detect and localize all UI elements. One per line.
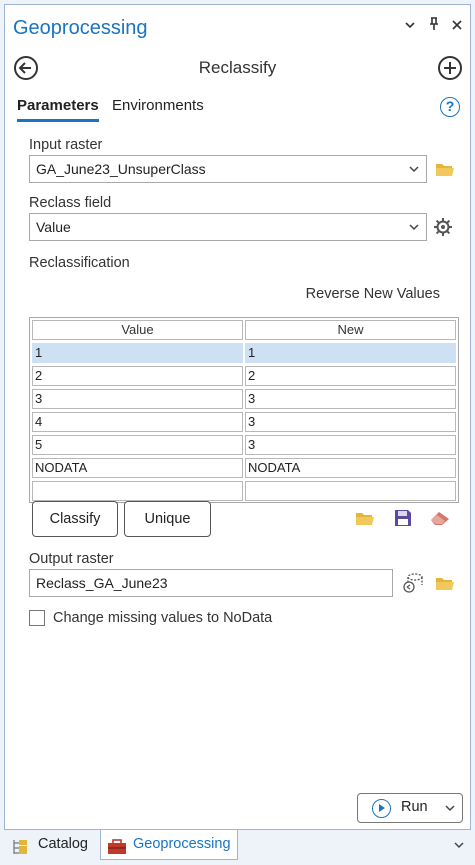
chevron-down-icon[interactable] — [453, 838, 465, 856]
eraser-icon[interactable] — [429, 509, 451, 527]
chevron-down-icon[interactable] — [444, 801, 456, 820]
tab-parameters[interactable]: Parameters — [17, 97, 99, 122]
chevron-down-icon[interactable] — [401, 17, 419, 35]
table-cell-new[interactable]: NODATA — [245, 458, 456, 478]
input-raster-label: Input raster — [29, 137, 103, 153]
table-cell-value[interactable]: 5 — [32, 435, 243, 455]
reclass-field-label: Reclass field — [29, 195, 112, 211]
reclass-field-value: Value — [36, 219, 71, 235]
chevron-down-icon — [408, 156, 420, 191]
tab-catalog[interactable]: Catalog — [8, 830, 100, 860]
reclass-field-combo[interactable]: Value — [29, 213, 427, 241]
run-label: Run — [401, 799, 428, 815]
table-cell-new[interactable] — [245, 481, 456, 501]
tab-environments[interactable]: Environments — [112, 97, 204, 119]
reverse-new-values-link[interactable]: Reverse New Values — [306, 286, 440, 302]
plus-circle-icon[interactable] — [438, 56, 462, 80]
pin-icon[interactable] — [425, 17, 443, 35]
close-icon[interactable] — [448, 17, 466, 35]
gear-icon[interactable] — [433, 217, 453, 237]
table-cell-value[interactable]: 1 — [32, 343, 243, 363]
reclassification-label: Reclassification — [29, 255, 130, 271]
bottom-tab-bar: Catalog Geoprocessing — [0, 830, 475, 864]
folder-icon[interactable] — [435, 162, 455, 177]
save-icon[interactable] — [394, 509, 412, 527]
help-icon[interactable]: ? — [440, 97, 460, 117]
missing-values-label: Change missing values to NoData — [53, 610, 273, 626]
database-options-icon[interactable] — [402, 573, 424, 593]
tab-geoprocessing-label: Geoprocessing — [133, 836, 231, 852]
input-raster-combo[interactable]: GA_June23_UnsuperClass — [29, 155, 427, 183]
tab-geoprocessing[interactable]: Geoprocessing — [100, 830, 238, 860]
table-cell-new[interactable]: 2 — [245, 366, 456, 386]
output-raster-label: Output raster — [29, 551, 114, 567]
tool-header: Reclassify — [5, 49, 470, 89]
catalog-icon — [11, 837, 29, 854]
geoprocessing-pane: Geoprocessing Reclassify Parameters Envi… — [4, 4, 471, 830]
pane-title: Geoprocessing — [13, 17, 148, 39]
tool-title: Reclassify — [198, 58, 277, 77]
table-cell-value[interactable] — [32, 481, 243, 501]
table-cell-value[interactable]: 4 — [32, 412, 243, 432]
chevron-down-icon — [408, 214, 420, 249]
toolbox-icon — [107, 837, 127, 854]
folder-icon[interactable] — [435, 576, 455, 591]
run-button[interactable]: Run — [357, 793, 463, 823]
table-cell-new[interactable]: 1 — [245, 343, 456, 363]
output-raster-input[interactable]: Reclass_GA_June23 — [29, 569, 393, 597]
table-cell-new[interactable]: 3 — [245, 389, 456, 409]
tab-catalog-label: Catalog — [38, 836, 88, 852]
table-cell-new[interactable]: 3 — [245, 435, 456, 455]
reclassification-table: Value New 1 1 2 2 3 3 4 3 5 3 NODATA NOD… — [29, 317, 459, 503]
unique-button[interactable]: Unique — [124, 501, 211, 537]
missing-values-checkbox[interactable] — [29, 610, 45, 626]
table-cell-value[interactable]: 2 — [32, 366, 243, 386]
title-bar: Geoprocessing — [5, 5, 470, 49]
play-icon — [372, 799, 391, 818]
column-header-new[interactable]: New — [245, 320, 456, 340]
table-cell-value[interactable]: 3 — [32, 389, 243, 409]
column-header-value[interactable]: Value — [32, 320, 243, 340]
folder-open-icon[interactable] — [355, 511, 375, 526]
input-raster-value: GA_June23_UnsuperClass — [36, 161, 206, 177]
classify-button[interactable]: Classify — [32, 501, 118, 537]
output-raster-value: Reclass_GA_June23 — [36, 575, 168, 591]
table-cell-new[interactable]: 3 — [245, 412, 456, 432]
table-cell-value[interactable]: NODATA — [32, 458, 243, 478]
